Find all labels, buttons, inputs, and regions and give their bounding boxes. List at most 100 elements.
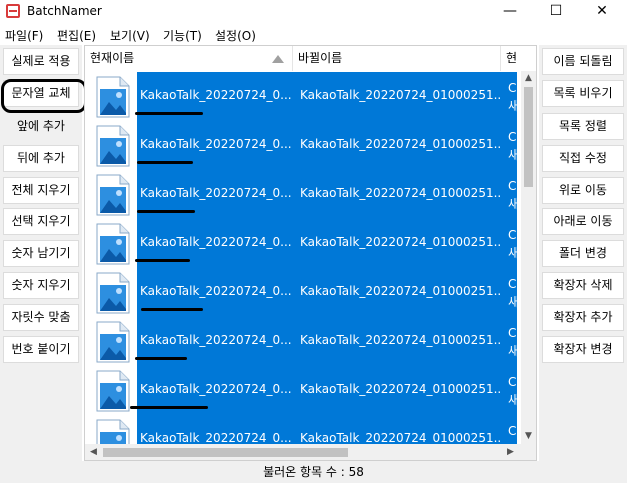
remove-numbers-button[interactable]: 숫자 지우기 (3, 272, 79, 299)
column-current-label: 현재이름 (90, 51, 135, 65)
new-name-cell: KakaoTalk_20220724_01000251... (300, 431, 500, 445)
new-name-cell: KakaoTalk_20220724_01000251... (300, 333, 500, 347)
column-new-label: 바뀔이름 (298, 51, 343, 65)
file-row[interactable]: KakaoTalk_20220724_0... KakaoTalk_2022072… (85, 219, 523, 268)
move-down-button[interactable]: 아래로 이동 (542, 208, 624, 235)
image-file-icon (96, 223, 130, 265)
sort-list-button[interactable]: 목록 정렬 (542, 113, 624, 140)
image-file-icon (96, 370, 130, 412)
keep-numbers-button[interactable]: 숫자 남기기 (3, 240, 79, 267)
image-file-icon (96, 76, 130, 118)
path-cell-line2: 새 (508, 197, 520, 211)
new-name-cell: KakaoTalk_20220724_01000251... (300, 137, 500, 151)
vertical-scrollbar[interactable]: ▲ ▼ (521, 71, 536, 445)
new-name-cell: KakaoTalk_20220724_01000251... (300, 88, 500, 102)
column-path[interactable]: 현기 (501, 46, 523, 71)
hand-drawn-underline (135, 112, 203, 115)
path-cell-line1: C: (508, 228, 520, 242)
item-count-text: 불러온 항목 수 : 58 (263, 465, 364, 479)
new-name-cell: KakaoTalk_20220724_01000251... (300, 382, 500, 396)
current-name-cell: KakaoTalk_20220724_0... (140, 382, 292, 396)
close-button[interactable]: ✕ (579, 0, 625, 24)
column-path-label: 현기 (506, 51, 518, 65)
scroll-left-icon[interactable]: ◀ (90, 447, 97, 457)
scroll-up-icon[interactable]: ▲ (525, 73, 532, 83)
horizontal-scroll-thumb[interactable] (103, 448, 348, 457)
menu-edit[interactable]: 편집(E) (57, 27, 96, 44)
file-row[interactable]: KakaoTalk_20220724_0... KakaoTalk_2022072… (85, 121, 523, 170)
path-cell-line2: 새 (508, 295, 520, 309)
current-name-cell: KakaoTalk_20220724_0... (140, 431, 292, 445)
hand-drawn-underline (135, 357, 187, 360)
left-action-panel: 실제로 적용 문자열 교체 앞에 추가 뒤에 추가 전체 지우기 선택 지우기 … (0, 45, 82, 461)
prepend-button[interactable]: 앞에 추가 (3, 113, 79, 140)
image-file-icon (96, 321, 130, 363)
file-row[interactable]: KakaoTalk_20220724_0... KakaoTalk_2022072… (85, 72, 523, 121)
maximize-button[interactable]: ☐ (533, 0, 579, 24)
file-row[interactable]: KakaoTalk_20220724_0... KakaoTalk_2022072… (85, 317, 523, 366)
path-cell-line1: C: (508, 130, 520, 144)
scroll-down-icon[interactable]: ▼ (525, 431, 532, 441)
path-cell-line1: C: (508, 81, 520, 95)
move-up-button[interactable]: 위로 이동 (542, 177, 624, 204)
path-cell-line2: 새 (508, 344, 520, 358)
change-folder-button[interactable]: 폴더 변경 (542, 240, 624, 267)
file-row[interactable]: KakaoTalk_20220724_0... KakaoTalk_2022072… (85, 170, 523, 219)
scroll-right-icon[interactable]: ▶ (507, 447, 514, 457)
current-name-cell: KakaoTalk_20220724_0... (140, 284, 292, 298)
change-extension-button[interactable]: 확장자 변경 (542, 336, 624, 363)
current-name-cell: KakaoTalk_20220724_0... (140, 137, 292, 151)
path-cell-line1: C: (508, 375, 520, 389)
delete-extension-button[interactable]: 확장자 삭제 (542, 272, 624, 299)
menu-settings[interactable]: 설정(O) (215, 27, 256, 44)
window-title: BatchNamer (27, 4, 102, 18)
title-bar: BatchNamer — ☐ ✕ (0, 0, 627, 24)
hand-drawn-underline (137, 210, 195, 213)
minimize-button[interactable]: — (487, 0, 533, 24)
pad-digits-button[interactable]: 자릿수 맞춤 (3, 304, 79, 331)
menu-function[interactable]: 기능(T) (163, 27, 202, 44)
image-file-icon (96, 125, 130, 167)
status-bar: 불러온 항목 수 : 58 (0, 461, 627, 483)
vertical-scroll-thumb[interactable] (524, 87, 533, 187)
clear-all-button[interactable]: 전체 지우기 (3, 177, 79, 204)
current-name-cell: KakaoTalk_20220724_0... (140, 186, 292, 200)
right-action-panel: 이름 되돌림 목록 비우기 목록 정렬 직접 수정 위로 이동 아래로 이동 폴… (539, 45, 627, 461)
file-row[interactable]: KakaoTalk_20220724_0... KakaoTalk_2022072… (85, 366, 523, 415)
clear-list-button[interactable]: 목록 비우기 (542, 80, 624, 107)
hand-drawn-underline (141, 308, 203, 311)
add-extension-button[interactable]: 확장자 추가 (542, 304, 624, 331)
path-cell-line1: C: (508, 326, 520, 340)
path-cell-line1: C: (508, 277, 520, 291)
column-current-name[interactable]: 현재이름 (85, 46, 293, 71)
new-name-cell: KakaoTalk_20220724_01000251... (300, 186, 500, 200)
menu-bar: 파일(F) 편집(E) 보기(V) 기능(T) 설정(O) (0, 24, 627, 45)
sort-ascending-icon (272, 55, 284, 63)
hand-drawn-underline (130, 406, 208, 409)
path-cell-line1: C: (508, 179, 520, 193)
new-name-cell: KakaoTalk_20220724_01000251... (300, 284, 500, 298)
hand-drawn-underline (137, 161, 193, 164)
horizontal-scrollbar[interactable]: ◀ ▶ (85, 444, 536, 460)
edit-directly-button[interactable]: 직접 수정 (542, 145, 624, 172)
hand-drawn-underline (135, 259, 190, 262)
apply-button[interactable]: 실제로 적용 (3, 48, 79, 75)
path-cell-line2: 새 (508, 148, 520, 162)
column-new-name[interactable]: 바뀔이름 (293, 46, 501, 71)
menu-view[interactable]: 보기(V) (110, 27, 150, 44)
current-name-cell: KakaoTalk_20220724_0... (140, 88, 292, 102)
add-numbering-button[interactable]: 번호 붙이기 (3, 336, 79, 363)
path-cell-line1: C: (508, 424, 520, 438)
clear-selected-button[interactable]: 선택 지우기 (3, 208, 79, 235)
app-icon (6, 4, 20, 18)
replace-string-button[interactable]: 문자열 교체 (3, 80, 79, 107)
file-row[interactable]: KakaoTalk_20220724_0... KakaoTalk_2022072… (85, 268, 523, 317)
current-name-cell: KakaoTalk_20220724_0... (140, 333, 292, 347)
menu-file[interactable]: 파일(F) (5, 27, 43, 44)
file-list[interactable]: 현재이름 바뀔이름 현기 KakaoTalk_20220724_0...Kaka… (84, 45, 537, 461)
undo-rename-button[interactable]: 이름 되돌림 (542, 48, 624, 75)
append-button[interactable]: 뒤에 추가 (3, 145, 79, 172)
path-cell-line2: 새 (508, 393, 520, 407)
new-name-cell: KakaoTalk_20220724_01000251... (300, 235, 500, 249)
current-name-cell: KakaoTalk_20220724_0... (140, 235, 292, 249)
